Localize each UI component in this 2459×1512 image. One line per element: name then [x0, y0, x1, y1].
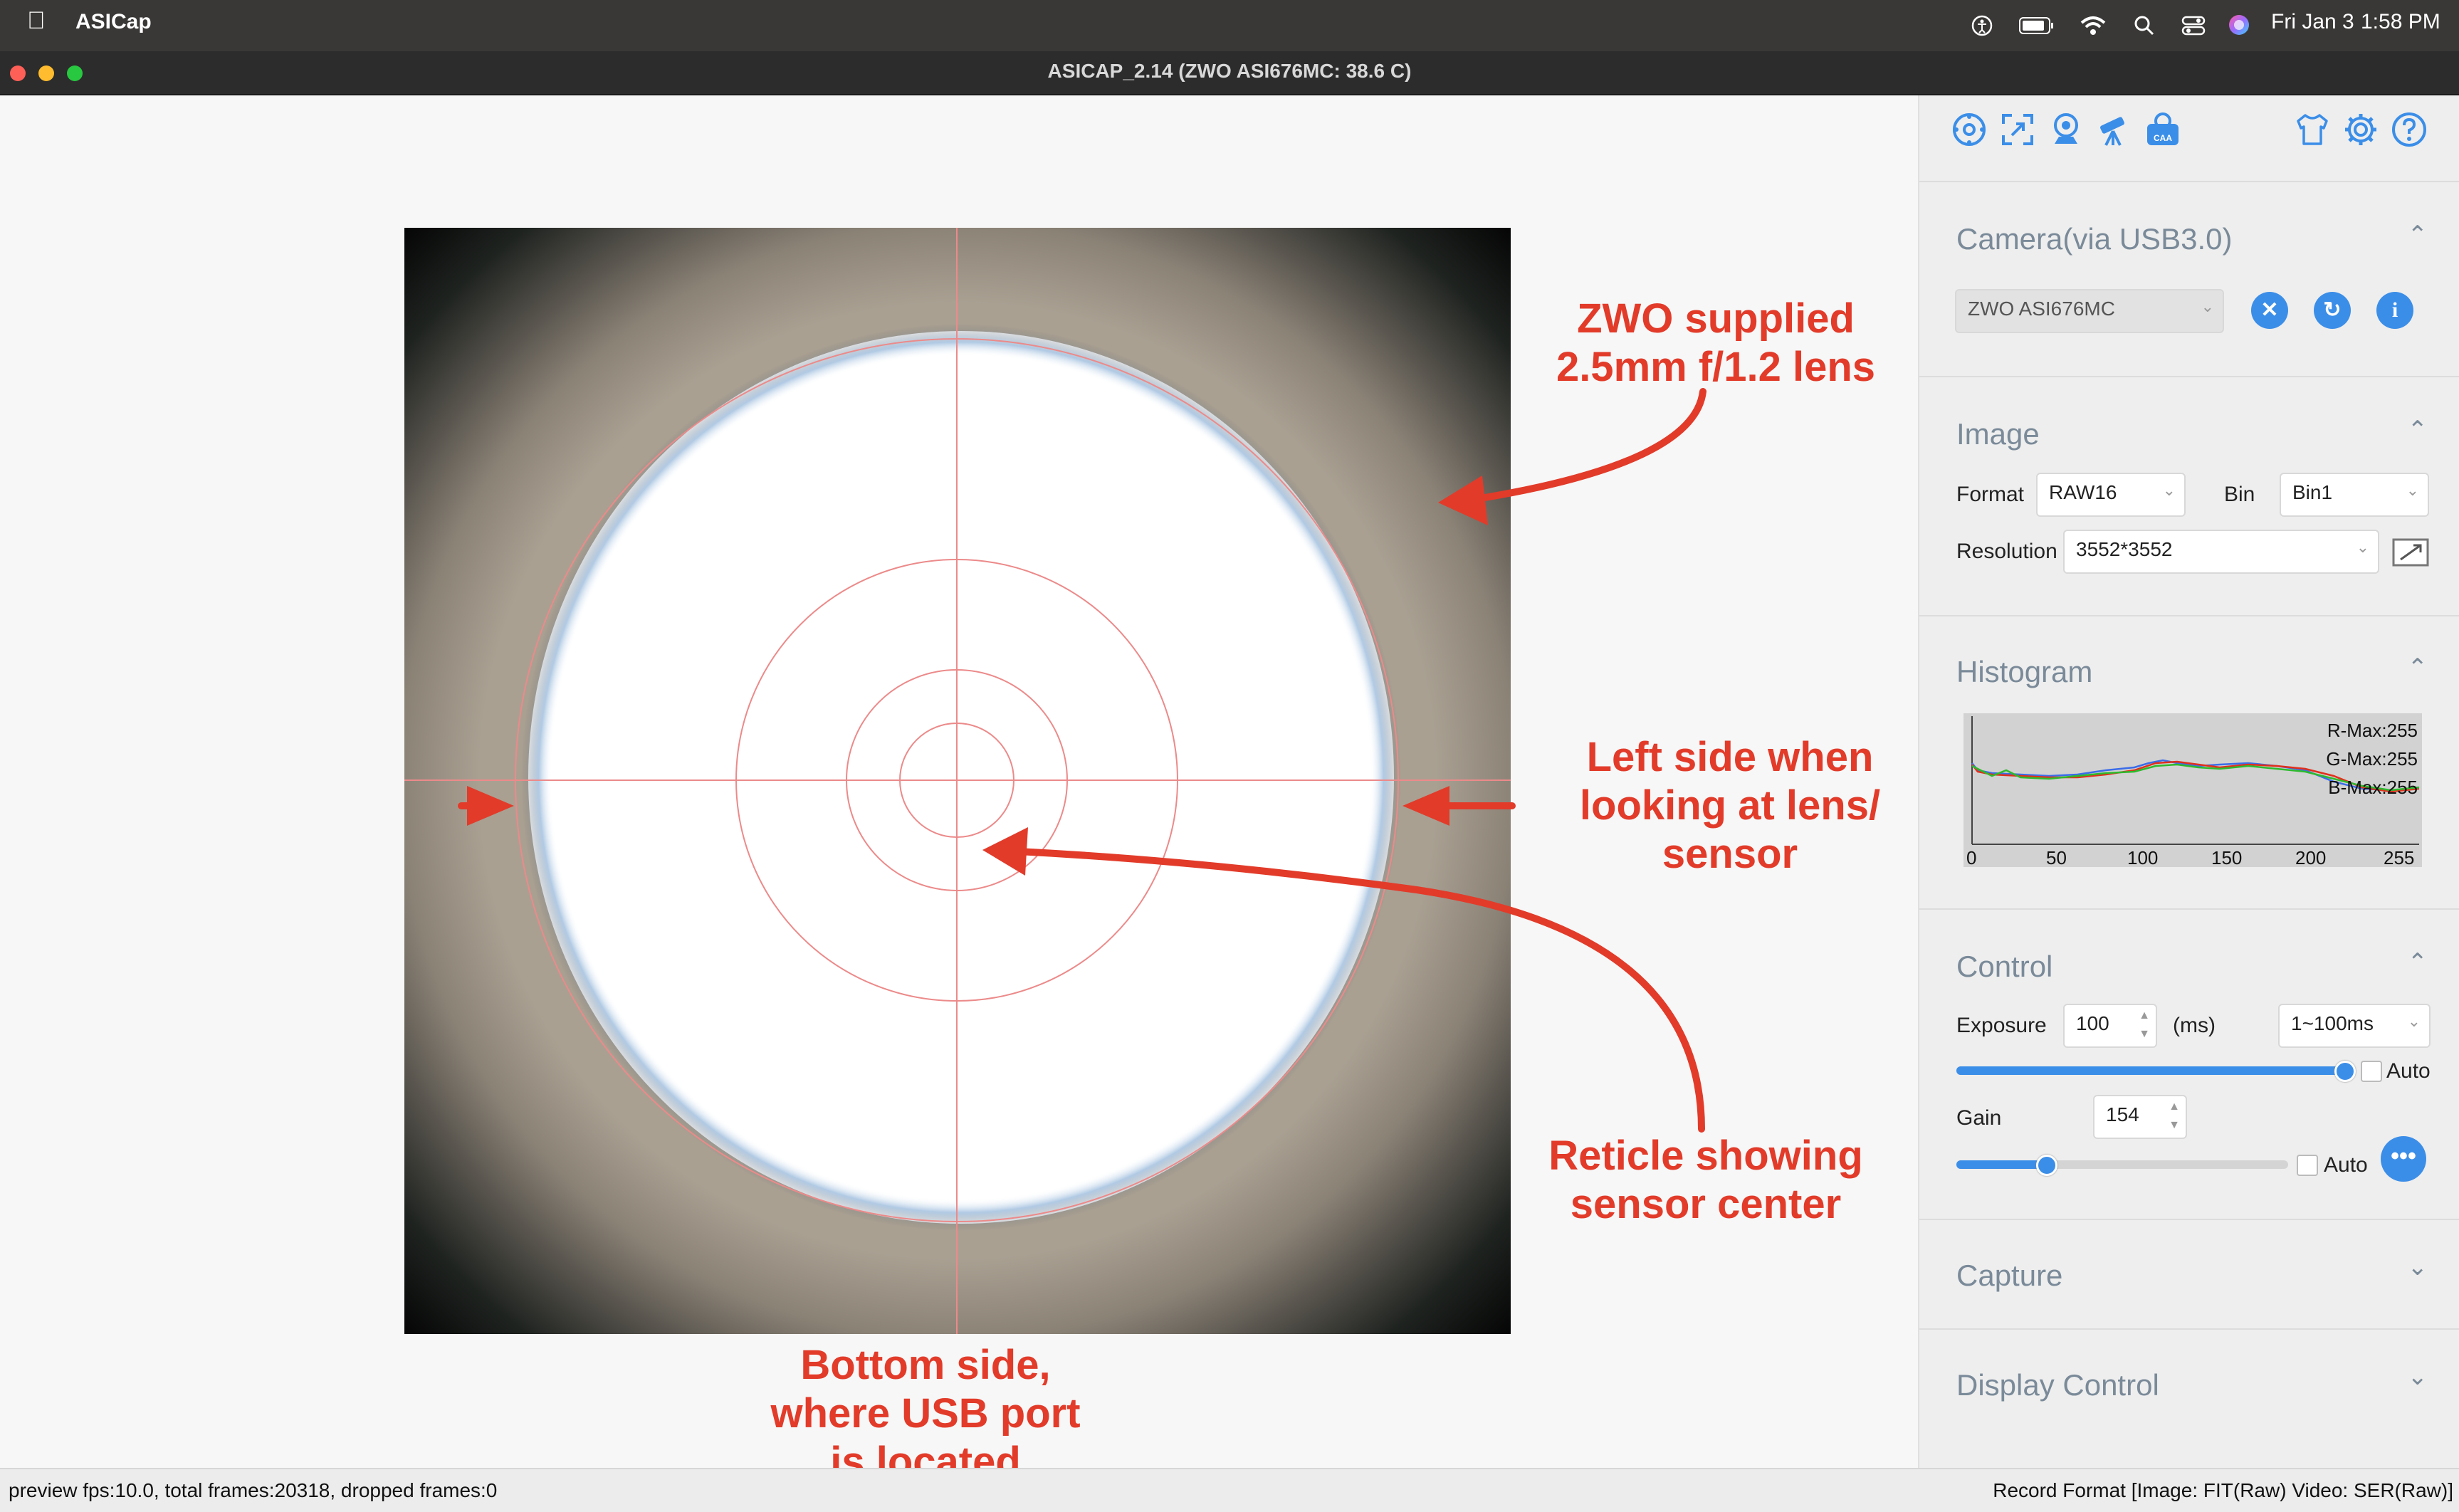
- bin-select-value: Bin1: [2292, 481, 2333, 503]
- image-section-title[interactable]: Image: [1956, 417, 2040, 451]
- chevron-down-icon: ⌄: [2356, 538, 2369, 556]
- more-options-button[interactable]: •••: [2381, 1136, 2426, 1182]
- exposure-range-select[interactable]: 1~100ms ⌄: [2278, 1004, 2431, 1048]
- exposure-unit: (ms): [2173, 1014, 2216, 1037]
- exposure-slider-thumb[interactable]: [2334, 1061, 2356, 1082]
- status-record-format: Record Format [Image: FIT(Raw) Video: SE…: [1993, 1479, 2453, 1501]
- exposure-auto-checkbox[interactable]: [2361, 1061, 2382, 1082]
- format-select[interactable]: RAW16 ⌄: [2036, 473, 2186, 517]
- bin-select[interactable]: Bin1 ⌄: [2280, 473, 2429, 517]
- annotation-reticle-line2: sensor center: [1570, 1181, 1842, 1227]
- format-select-value: RAW16: [2049, 481, 2117, 503]
- annotation-bottom-line1: Bottom side,: [800, 1342, 1051, 1388]
- control-sidebar: CAA Camera(via USB3.0) ⌃ ZWO ASI676MC ⌄ …: [1918, 95, 2459, 1468]
- disconnect-camera-button[interactable]: ✕: [2251, 292, 2288, 329]
- chevron-up-icon[interactable]: ⌃: [2408, 948, 2428, 977]
- gain-slider-fill: [1956, 1160, 2046, 1169]
- resolution-select[interactable]: 3552*3552 ⌄: [2063, 530, 2379, 574]
- webcam-icon[interactable]: [2048, 111, 2085, 148]
- annotation-left-side: Left side when looking at lens/ sensor: [1552, 733, 1908, 878]
- resolution-label: Resolution: [1956, 540, 2057, 563]
- annotation-left-line3: sensor: [1662, 831, 1798, 877]
- camera-select[interactable]: ZWO ASI676MC ⌄: [1955, 289, 2224, 333]
- histogram-tick-50: 50: [2046, 847, 2067, 868]
- annotation-lens: ZWO supplied 2.5mm f/1.2 lens: [1538, 295, 1894, 392]
- help-icon[interactable]: [2391, 111, 2428, 148]
- histogram-section-title[interactable]: Histogram: [1956, 655, 2092, 689]
- annotation-lens-line1: ZWO supplied: [1577, 295, 1855, 342]
- focus-assist-icon[interactable]: [1999, 111, 2036, 148]
- chevron-down-icon: ⌄: [2162, 481, 2176, 499]
- skin-shirt-icon[interactable]: [2294, 111, 2331, 148]
- camera-select-value: ZWO ASI676MC: [1968, 298, 2115, 320]
- gain-auto-label: Auto: [2324, 1153, 2368, 1177]
- chevron-down-icon: ⌄: [2407, 1012, 2421, 1030]
- gain-label: Gain: [1956, 1106, 2002, 1130]
- status-bar: preview fps:10.0, total frames:20318, dr…: [0, 1468, 2459, 1512]
- camera-info-button[interactable]: i: [2376, 292, 2413, 329]
- exposure-slider[interactable]: [1956, 1061, 2356, 1082]
- histogram-tick-0: 0: [1966, 847, 1977, 868]
- gain-stepper[interactable]: 154 ▲ ▼: [2093, 1095, 2187, 1139]
- settings-gear-icon[interactable]: [2342, 111, 2379, 148]
- annotation-reticle-line1: Reticle showing: [1548, 1133, 1863, 1179]
- camera-section-title[interactable]: Camera(via USB3.0): [1956, 222, 2232, 256]
- caa-icon[interactable]: CAA: [2144, 111, 2181, 148]
- histogram-tick-100: 100: [2127, 847, 2159, 868]
- format-label: Format: [1956, 483, 2025, 506]
- histogram-tick-255: 255: [2384, 847, 2415, 868]
- exposure-stepper[interactable]: 100 ▲ ▼: [2063, 1004, 2157, 1048]
- exposure-label: Exposure: [1956, 1014, 2047, 1037]
- stepper-arrows-icon[interactable]: ▲ ▼: [2139, 1007, 2150, 1044]
- histogram-tick-200: 200: [2295, 847, 2327, 868]
- histogram-r-max: R-Max:255: [2327, 720, 2418, 741]
- roi-resize-icon[interactable]: [2392, 538, 2429, 567]
- svg-text:CAA: CAA: [2154, 133, 2172, 143]
- resolution-select-value: 3552*3552: [2076, 538, 2173, 560]
- gain-value: 154: [2106, 1103, 2139, 1125]
- gain-slider-thumb[interactable]: [2035, 1155, 2057, 1176]
- bin-label: Bin: [2224, 483, 2255, 506]
- chevron-up-icon[interactable]: ⌃: [2408, 221, 2428, 249]
- annotation-bottom-side: Bottom side, where USB port is located: [748, 1341, 1103, 1486]
- histogram-b-max: B-Max:255: [2328, 777, 2418, 798]
- gain-auto-checkbox[interactable]: [2297, 1155, 2318, 1176]
- exposure-range-value: 1~100ms: [2291, 1012, 2374, 1034]
- status-preview-stats: preview fps:10.0, total frames:20318, dr…: [9, 1479, 498, 1501]
- histogram-g-max: G-Max:255: [2326, 748, 2418, 770]
- chevron-down-icon[interactable]: ⌄: [2408, 1253, 2428, 1281]
- annotation-lens-line2: 2.5mm f/1.2 lens: [1556, 344, 1876, 390]
- stepper-arrows-icon[interactable]: ▲ ▼: [2169, 1098, 2180, 1135]
- chevron-down-icon: ⌄: [2406, 481, 2419, 499]
- exposure-slider-fill: [1956, 1066, 2345, 1075]
- aperture-icon[interactable]: [1951, 111, 1988, 148]
- exposure-auto-label: Auto: [2386, 1059, 2431, 1083]
- chevron-down-icon: ⌄: [2201, 298, 2214, 315]
- display-control-section-title[interactable]: Display Control: [1956, 1368, 2159, 1402]
- telescope-icon[interactable]: [2096, 111, 2133, 148]
- chevron-down-icon[interactable]: ⌄: [2408, 1363, 2428, 1391]
- annotation-left-line1: Left side when: [1586, 734, 1874, 780]
- histogram-chart: R-Max:255 G-Max:255 B-Max:255 0 50 100 1…: [1963, 713, 2422, 868]
- refresh-camera-button[interactable]: ↻: [2314, 292, 2351, 329]
- histogram-tick-150: 150: [2211, 847, 2243, 868]
- chevron-up-icon[interactable]: ⌃: [2408, 416, 2428, 444]
- annotation-left-line2: looking at lens/: [1579, 782, 1881, 829]
- capture-section-title[interactable]: Capture: [1956, 1259, 2062, 1293]
- gain-slider[interactable]: [1956, 1155, 2288, 1176]
- annotation-bottom-line2: where USB port: [770, 1390, 1081, 1437]
- exposure-value: 100: [2076, 1012, 2109, 1034]
- annotation-reticle: Reticle showing sensor center: [1528, 1132, 1884, 1229]
- chevron-up-icon[interactable]: ⌃: [2408, 653, 2428, 682]
- control-section-title[interactable]: Control: [1956, 950, 2052, 984]
